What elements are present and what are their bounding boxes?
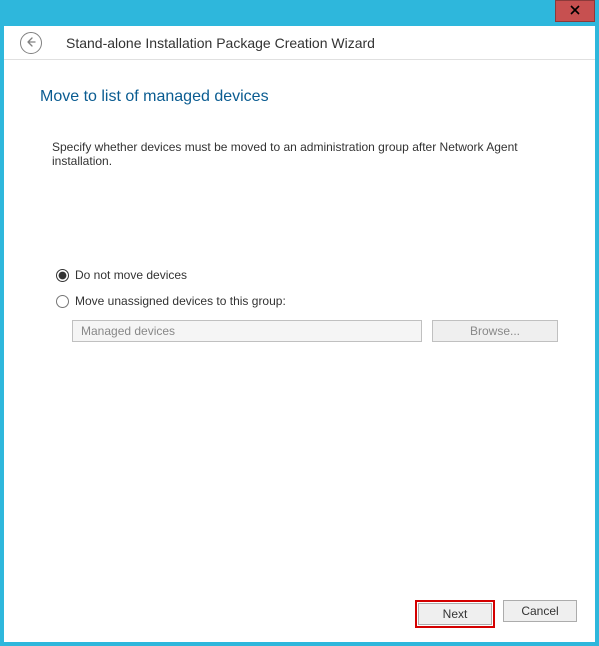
next-button[interactable]: Next	[418, 603, 492, 625]
browse-button[interactable]: Browse...	[432, 320, 558, 342]
arrow-left-icon	[26, 34, 36, 52]
title-bar	[0, 0, 599, 26]
next-highlight: Next	[415, 600, 495, 628]
header-strip: Stand-alone Installation Package Creatio…	[4, 26, 595, 60]
radio-move-to-group-label: Move unassigned devices to this group:	[75, 294, 286, 308]
window-title: Stand-alone Installation Package Creatio…	[66, 35, 375, 51]
page-heading: Move to list of managed devices	[40, 88, 559, 106]
page-description: Specify whether devices must be moved to…	[52, 140, 559, 168]
radio-move-to-group[interactable]: Move unassigned devices to this group:	[56, 294, 559, 308]
radio-dont-move[interactable]: Do not move devices	[56, 268, 559, 282]
close-button[interactable]	[555, 0, 595, 22]
group-input[interactable]	[72, 320, 422, 342]
back-button[interactable]	[20, 32, 42, 54]
wizard-window: Stand-alone Installation Package Creatio…	[0, 0, 599, 646]
content-area: Move to list of managed devices Specify …	[4, 60, 595, 642]
radio-dont-move-label: Do not move devices	[75, 268, 187, 282]
footer-buttons: Next Cancel	[415, 600, 577, 628]
group-row: Browse...	[72, 320, 559, 342]
close-icon	[570, 2, 580, 20]
cancel-button[interactable]: Cancel	[503, 600, 577, 622]
radio-dont-move-input[interactable]	[56, 269, 69, 282]
radio-move-to-group-input[interactable]	[56, 295, 69, 308]
radio-group: Do not move devices Move unassigned devi…	[56, 268, 559, 342]
